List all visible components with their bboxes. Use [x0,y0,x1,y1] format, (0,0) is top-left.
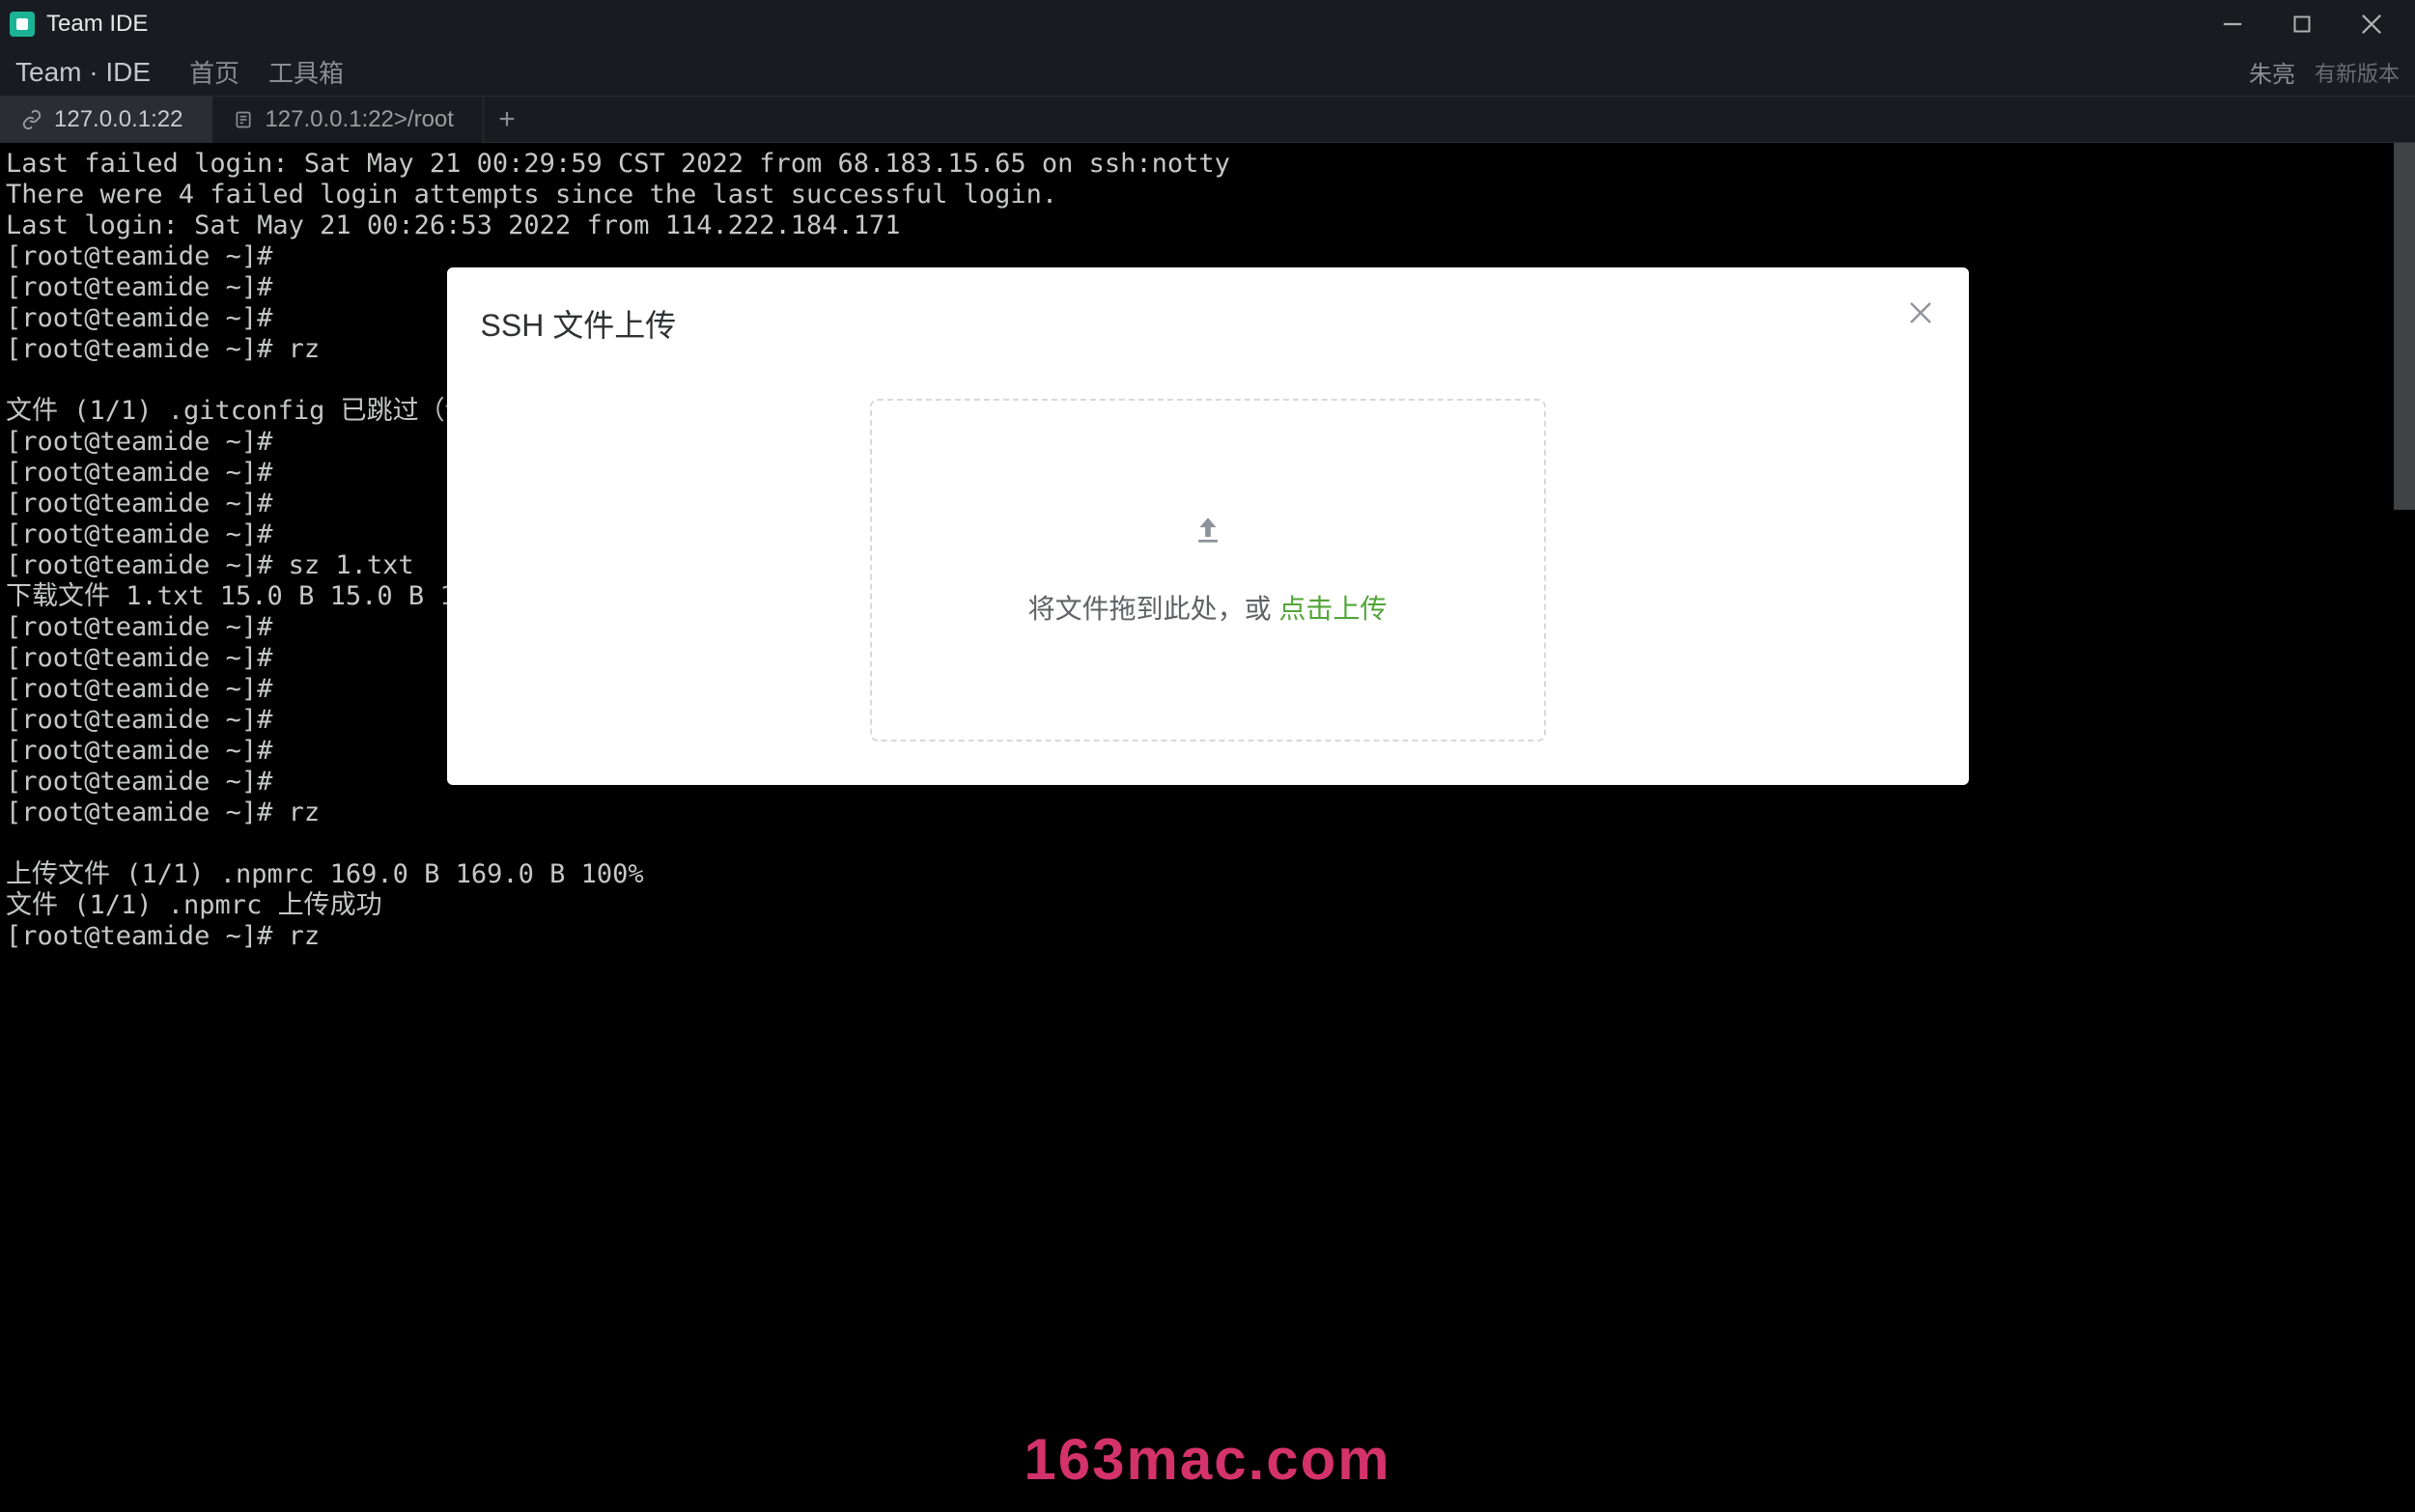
tab-label: 127.0.0.1:22 [54,106,183,133]
window-titlebar: Team IDE [0,0,2415,48]
terminal-scrollbar[interactable] [2394,143,2415,510]
brand-label: Team · IDE [15,57,151,88]
modal-close-button[interactable] [1906,298,1935,327]
modal-title: SSH 文件上传 [481,301,1935,346]
version-notice[interactable]: 有新版本 [2315,57,2400,88]
window-controls [2213,10,2405,39]
tab-ssh-files[interactable]: 127.0.0.1:22>/root [212,97,484,143]
upload-modal: SSH 文件上传 将文件拖到此处，或 点击上传 [447,267,1969,785]
upload-hint: 将文件拖到此处，或 点击上传 [1028,588,1388,627]
app-icon [10,12,35,37]
close-button[interactable] [2352,10,2391,39]
upload-icon [1192,514,1224,551]
menu-toolbox[interactable]: 工具箱 [268,54,344,90]
minimize-button[interactable] [2213,10,2252,39]
menubar: Team · IDE 首页 工具箱 朱亮 有新版本 [0,48,2415,97]
upload-text-prefix: 将文件拖到此处，或 [1028,594,1279,624]
tab-bar: 127.0.0.1:22 127.0.0.1:22>/root + [0,97,2415,143]
maximize-button[interactable] [2283,10,2321,39]
tab-label: 127.0.0.1:22>/root [265,106,454,133]
add-tab-button[interactable]: + [484,97,530,143]
tab-ssh-terminal[interactable]: 127.0.0.1:22 [0,97,212,143]
upload-click-link[interactable]: 点击上传 [1278,594,1387,624]
upload-dropzone[interactable]: 将文件拖到此处，或 点击上传 [870,399,1546,742]
file-icon [234,110,253,129]
watermark: 163mac.com [1024,1426,1390,1493]
link-icon [21,109,42,130]
user-label[interactable]: 朱亮 [2249,55,2295,89]
window-title: Team IDE [46,11,148,38]
menu-home[interactable]: 首页 [189,54,239,90]
